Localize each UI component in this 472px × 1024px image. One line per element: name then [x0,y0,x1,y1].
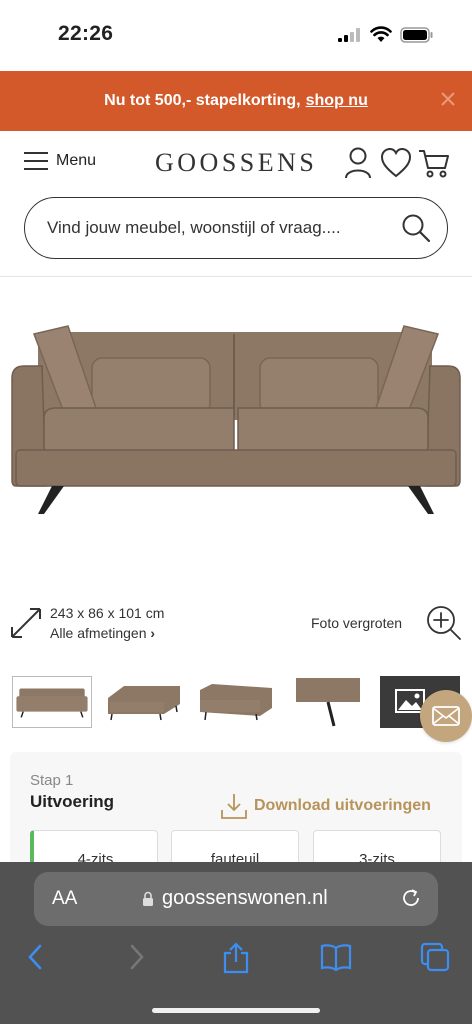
zoom-in-icon[interactable] [426,605,462,641]
reader-settings-button[interactable]: AA [52,888,77,910]
download-label: Download uitvoeringen [254,797,431,814]
all-dimensions-link[interactable]: Alle afmetingen › [50,625,155,641]
search-input[interactable] [47,212,387,244]
menu-label: Menu [56,152,97,169]
signal-icon [338,28,360,42]
dimensions-row: 243 x 86 x 101 cm Alle afmetingen › Foto… [10,605,462,645]
wifi-icon [370,26,392,42]
close-icon[interactable] [438,89,458,109]
thumbnail-2[interactable] [104,676,184,728]
contact-mail-button[interactable] [420,690,472,742]
thumbnail-1[interactable] [12,676,92,728]
menu-button[interactable]: Menu [24,151,96,171]
tabs-icon[interactable] [420,942,450,972]
brand-logo[interactable]: GOOSSENS [155,148,317,178]
dimensions-text: 243 x 86 x 101 cm [50,605,165,621]
status-bar: 22:26 [0,0,472,70]
promo-text: Nu tot 500,- stapelkorting, [104,92,301,109]
thumbnail-3[interactable] [196,676,276,728]
chevron-right-icon: › [150,625,156,641]
header-divider [0,276,472,277]
account-icon[interactable] [344,147,372,179]
site-header: Menu GOOSSENS [0,131,472,193]
cart-icon[interactable] [418,147,450,179]
all-dimensions-label: Alle afmetingen [50,625,147,641]
step-title: Uitvoering [30,792,115,811]
product-image[interactable] [8,300,464,540]
resize-arrows-icon [11,608,41,638]
lock-icon [143,891,153,906]
battery-icon [400,27,433,43]
browser-toolbar: AA goossenswonen.nl [0,862,472,1024]
thumbnail-4[interactable] [288,676,368,728]
download-button[interactable]: Download uitvoeringen [220,792,431,820]
search-icon[interactable] [401,213,431,243]
status-time: 22:26 [58,22,114,45]
mail-icon [432,706,460,726]
step-label: Stap 1 [30,772,74,789]
address-bar[interactable]: AA goossenswonen.nl [34,872,438,926]
zoom-photo-label[interactable]: Foto vergroten [311,615,402,631]
hamburger-icon [24,152,48,170]
heart-icon[interactable] [380,147,412,179]
promo-shop-link[interactable]: shop nu [306,92,368,110]
forward-icon[interactable] [126,942,148,972]
url-display[interactable]: goossenswonen.nl [142,887,328,910]
bookmarks-icon[interactable] [320,942,352,972]
thumbnail-strip [12,676,472,730]
share-icon[interactable] [222,942,250,974]
url-text: goossenswonen.nl [162,887,328,909]
download-icon [221,794,247,819]
promo-banner: Nu tot 500,- stapelkorting, shop nu [0,71,472,131]
home-indicator[interactable] [152,1008,320,1013]
reload-icon[interactable] [400,887,422,909]
back-icon[interactable] [24,942,46,972]
search-bar [24,197,448,259]
